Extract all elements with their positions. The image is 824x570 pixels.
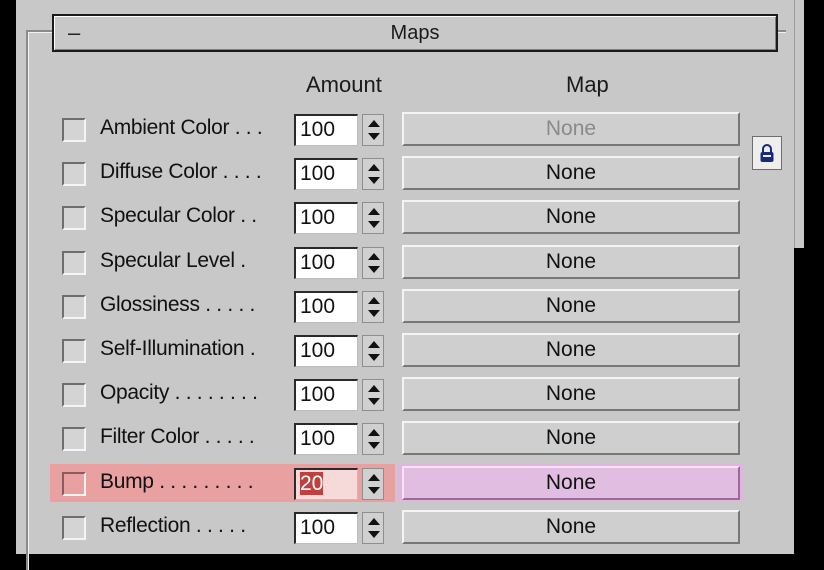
map-slot-button[interactable]: None [402, 333, 740, 367]
amount-field[interactable]: 100 [294, 114, 358, 146]
spinner-up-icon[interactable] [368, 208, 380, 216]
map-slot-button[interactable]: None [402, 377, 740, 412]
amount-field[interactable]: 100 [294, 423, 358, 456]
spinner-up-icon[interactable] [368, 517, 380, 525]
column-header-map: Map [566, 72, 609, 97]
map-enable-checkbox[interactable] [62, 383, 86, 408]
amount-spinner[interactable] [362, 379, 384, 412]
spinner-down-icon[interactable] [368, 221, 380, 229]
spinner-up-icon[interactable] [368, 296, 380, 304]
spinner-up-icon[interactable] [368, 120, 380, 127]
amount-field[interactable]: 100 [294, 290, 358, 323]
amount-field[interactable]: 100 [294, 202, 358, 235]
map-row: Glossiness . . . . . 100 None [50, 287, 750, 325]
amount-value: 100 [300, 383, 336, 407]
map-enable-checkbox[interactable] [62, 339, 86, 363]
amount-value: 100 [300, 294, 336, 318]
amount-value: 100 [300, 427, 336, 451]
spinner-down-icon[interactable] [368, 265, 380, 273]
map-row: Self-Illumination . 100 None [50, 331, 750, 369]
amount-value: 100 [300, 250, 336, 274]
column-header-amount: Amount [306, 72, 382, 97]
map-row: Filter Color . . . . . 100 None [50, 419, 750, 457]
map-row: Bump . . . . . . . . . 20 None [50, 463, 750, 502]
spinner-up-icon[interactable] [368, 385, 380, 393]
amount-field[interactable]: 100 [294, 158, 358, 191]
map-enable-checkbox[interactable] [62, 250, 86, 275]
amount-spinner[interactable] [362, 246, 384, 279]
amount-value: 100 [300, 162, 336, 186]
map-row: Specular Color . . 100 None [50, 198, 750, 236]
amount-field[interactable]: 100 [294, 335, 358, 367]
amount-field[interactable]: 100 [294, 511, 358, 544]
map-enable-checkbox[interactable] [62, 515, 86, 540]
amount-field[interactable]: 100 [294, 246, 358, 279]
spinner-up-icon[interactable] [368, 164, 380, 172]
amount-spinner[interactable] [362, 202, 384, 235]
lock-icon [760, 144, 774, 162]
map-slot-button[interactable]: None [402, 288, 740, 323]
spinner-down-icon[interactable] [368, 530, 380, 538]
amount-spinner[interactable] [362, 511, 384, 544]
map-slot-button[interactable]: None [402, 244, 740, 279]
map-enable-checkbox[interactable] [62, 162, 86, 187]
map-row: Diffuse Color . . . . 100 None [50, 154, 750, 192]
amount-spinner[interactable] [362, 158, 384, 191]
scrollbar-thumb[interactable] [794, 248, 804, 554]
map-row: Specular Level . 100 None [50, 243, 750, 281]
map-slot-button[interactable]: None [402, 421, 740, 456]
spinner-up-icon[interactable] [368, 429, 380, 437]
map-enable-checkbox[interactable] [62, 206, 86, 231]
amount-field[interactable]: 20 [294, 467, 358, 500]
map-slot-button[interactable]: None [402, 112, 740, 146]
amount-value: 100 [300, 339, 336, 362]
amount-spinner[interactable] [362, 423, 384, 456]
amount-spinner[interactable] [362, 335, 384, 367]
map-enable-checkbox[interactable] [62, 427, 86, 452]
amount-spinner[interactable] [362, 290, 384, 323]
spinner-down-icon[interactable] [368, 486, 380, 494]
map-slot-button[interactable]: None [402, 465, 740, 500]
amount-value: 100 [300, 515, 336, 539]
map-slot-button[interactable]: None [402, 156, 740, 191]
amount-value: 100 [300, 206, 336, 230]
amount-spinner[interactable] [362, 467, 384, 500]
spinner-down-icon[interactable] [368, 398, 380, 406]
spinner-up-icon[interactable] [368, 473, 380, 481]
map-row: Ambient Color . . . 100 None [50, 110, 750, 148]
amount-field[interactable]: 100 [294, 379, 358, 412]
spinner-down-icon[interactable] [368, 309, 380, 317]
map-enable-checkbox[interactable] [62, 294, 86, 319]
maps-rollout-header[interactable]: – Maps [52, 14, 778, 52]
amount-value: 20 [300, 471, 324, 495]
rollout-title: Maps [390, 22, 440, 44]
spinner-up-icon[interactable] [368, 341, 380, 348]
map-row: Reflection . . . . . 100 None [50, 508, 750, 546]
spinner-up-icon[interactable] [368, 252, 380, 260]
spinner-down-icon[interactable] [368, 442, 380, 450]
map-slot-button[interactable]: None [402, 509, 740, 544]
map-enable-checkbox[interactable] [62, 118, 86, 142]
map-enable-checkbox[interactable] [62, 471, 86, 496]
spinner-down-icon[interactable] [368, 133, 380, 140]
map-row: Opacity . . . . . . . . 100 None [50, 375, 750, 413]
map-slot-button[interactable]: None [402, 200, 740, 235]
lock-button[interactable] [752, 136, 782, 170]
spinner-down-icon[interactable] [368, 177, 380, 185]
amount-value: 100 [300, 118, 336, 141]
spinner-down-icon[interactable] [368, 354, 380, 361]
amount-spinner[interactable] [362, 114, 384, 146]
window-edge [804, 0, 824, 554]
